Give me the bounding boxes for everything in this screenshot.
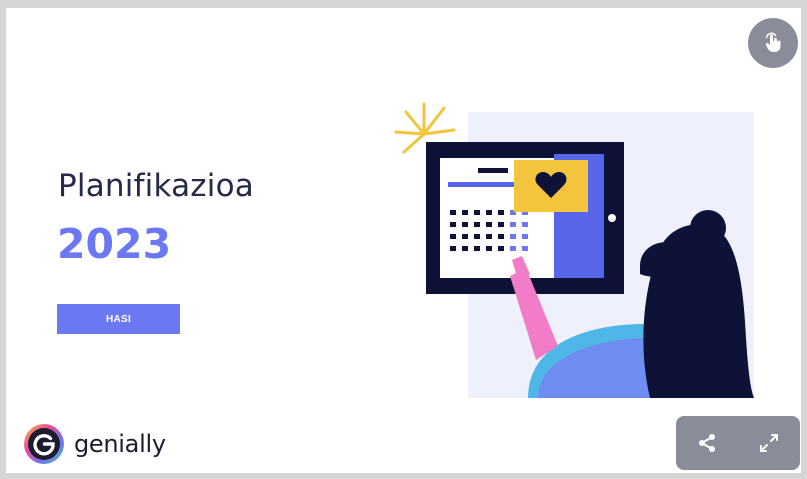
genially-logo-icon: [24, 424, 64, 464]
brand-name: genially: [74, 430, 166, 458]
page-title: Planifikazioa: [58, 168, 254, 204]
year-heading: 2023: [57, 220, 172, 268]
calendar-illustration: [394, 102, 754, 398]
viewer-toolbar: [676, 416, 800, 470]
share-button[interactable]: [676, 416, 738, 470]
genially-logo: genially: [22, 422, 166, 466]
hand-pointer-icon: [765, 32, 781, 52]
interact-button[interactable]: [748, 18, 798, 68]
start-button[interactable]: HASI: [57, 304, 180, 334]
fullscreen-button[interactable]: [738, 416, 800, 470]
slide-canvas: Planifikazioa 2023 HASI genially: [6, 8, 801, 473]
expand-arrows-icon: [760, 434, 778, 452]
share-icon: [699, 434, 715, 452]
